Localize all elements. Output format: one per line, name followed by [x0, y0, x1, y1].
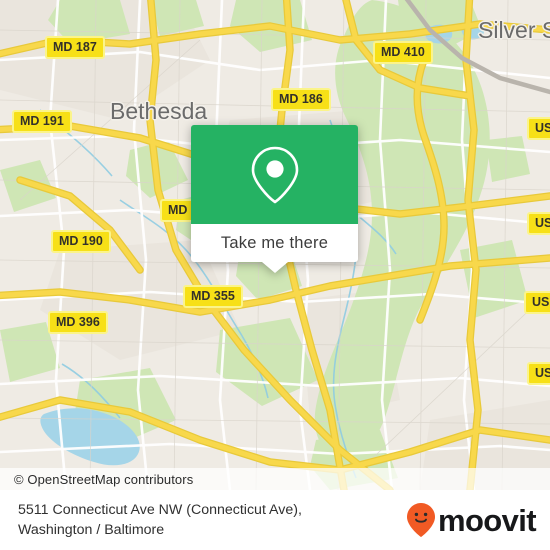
map-place-label: Bethesda [110, 98, 208, 124]
map-attribution: © OpenStreetMap contributors [0, 468, 550, 490]
callout-header [191, 125, 358, 224]
moovit-wordmark: moovit [437, 502, 537, 538]
take-me-there-button[interactable]: Take me there [221, 234, 328, 253]
address-block: 5511 Connecticut Ave NW (Connecticut Ave… [18, 500, 302, 540]
road-shield: MD 191 [12, 110, 72, 133]
location-callout[interactable]: Take me there [191, 125, 358, 273]
road-shield: US 2 [524, 291, 550, 314]
map-attribution-text: © OpenStreetMap contributors [14, 471, 194, 487]
road-shield: MD 410 [373, 41, 433, 64]
road-shield: MD 396 [48, 311, 108, 334]
road-shield: MD 187 [45, 36, 105, 59]
map-pin-icon [251, 146, 298, 203]
moovit-smiley-pin-icon [406, 503, 435, 537]
map-place-label: Silver S [478, 17, 550, 43]
map-screen: Bethesda Silver S MD 187 MD 191 MD 186 M… [0, 0, 550, 550]
callout-footer[interactable]: Take me there [191, 224, 358, 273]
address-line-1: 5511 Connecticut Ave NW (Connecticut Ave… [18, 502, 302, 518]
footer-bar: 5511 Connecticut Ave NW (Connecticut Ave… [0, 490, 550, 550]
road-shield: US [527, 362, 550, 385]
road-shield: US [527, 117, 550, 140]
callout-tail [261, 262, 288, 273]
moovit-logo[interactable]: moovit [406, 502, 537, 538]
road-shield: MD 186 [271, 88, 331, 111]
road-shield: MD 355 [183, 285, 243, 308]
address-line-2: Washington / Baltimore [18, 522, 165, 538]
road-shield: MD 190 [51, 230, 111, 253]
road-shield: US [527, 212, 550, 235]
